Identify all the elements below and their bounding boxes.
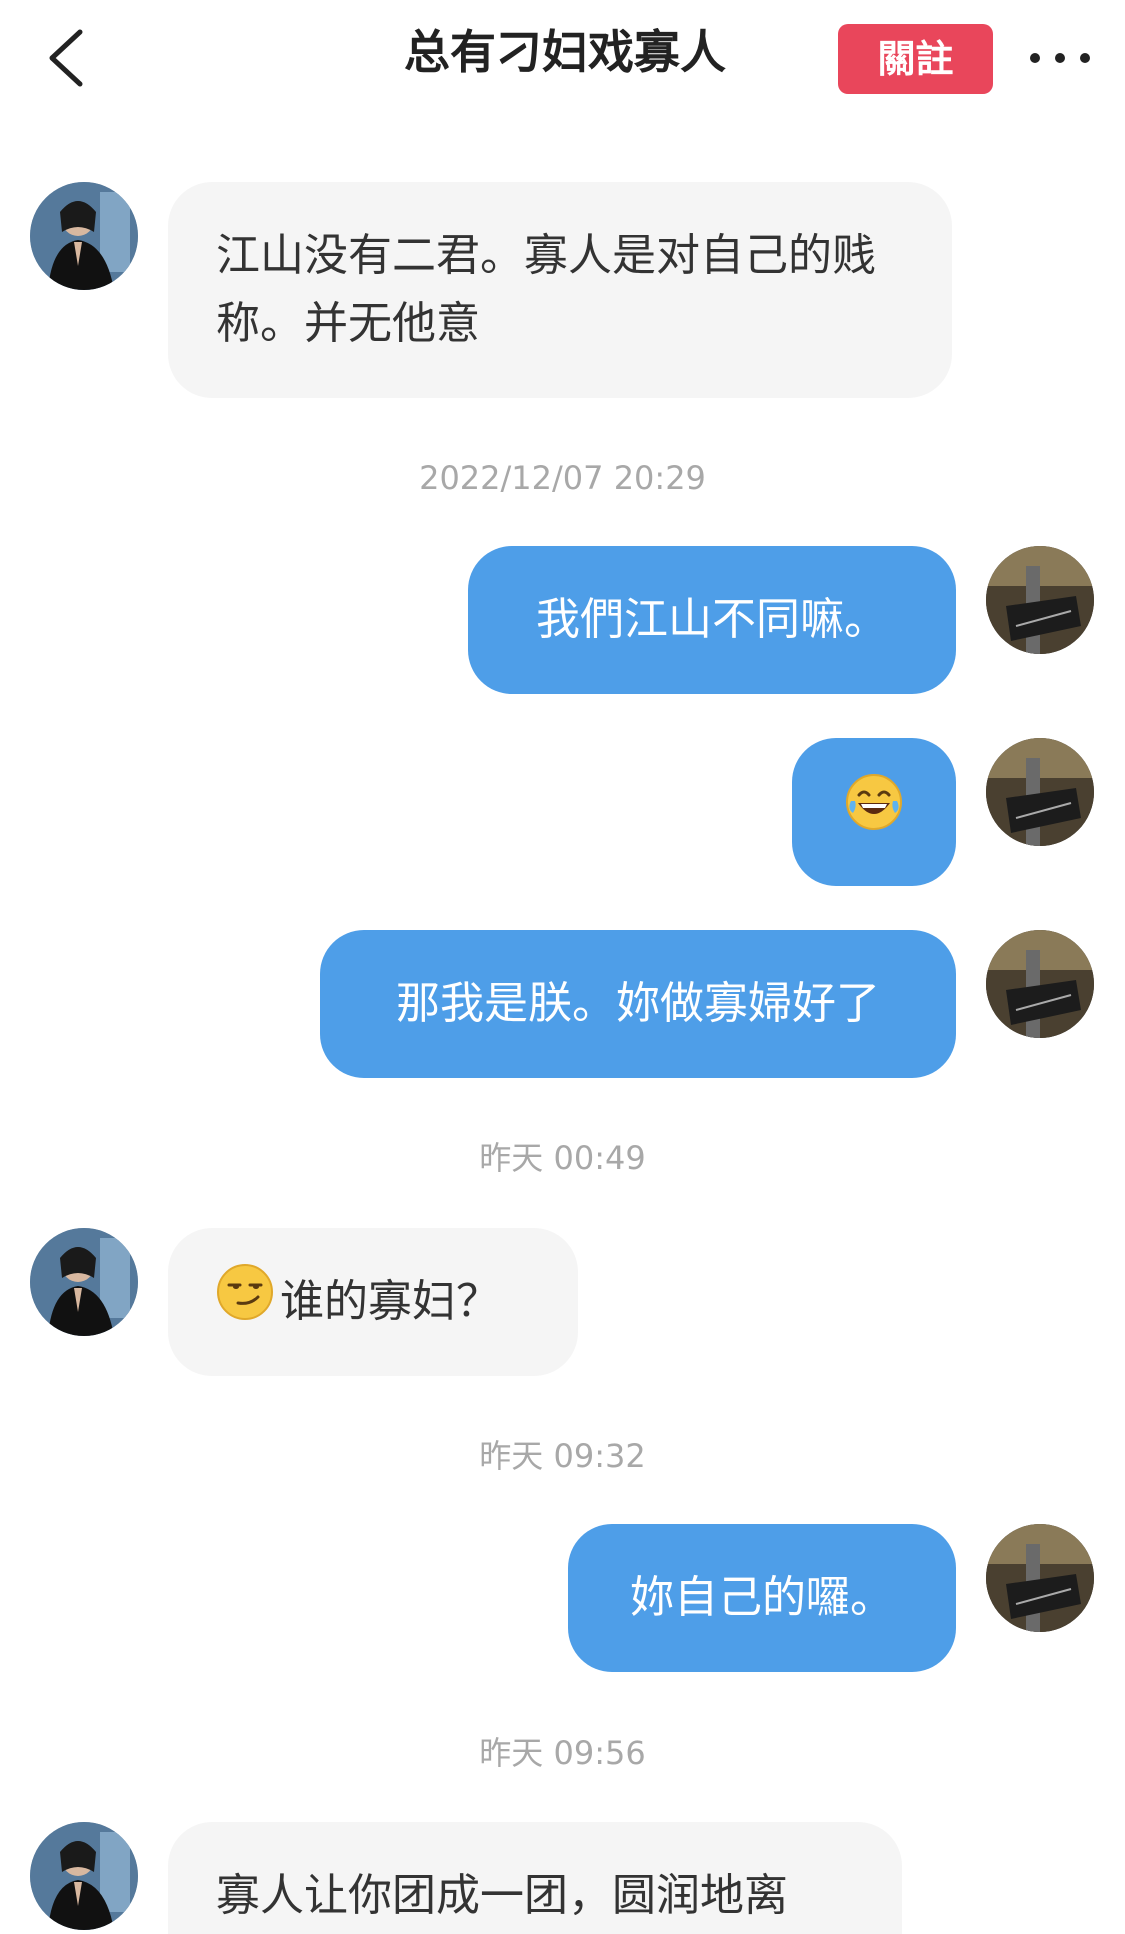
message-text: 寡人让你团成一团，圆润地离: [216, 1870, 788, 1921]
message-bubble-sent: 我們江山不同嘛。: [468, 546, 956, 694]
chat-screen: 总有刁妇戏寡人 關註 江山没有二君。寡人是对自己的贱称。并无他意 2022/12…: [0, 0, 1125, 1934]
message-timestamp: 昨天 09:32: [479, 1437, 646, 1475]
message-text: 谁的寡妇？: [280, 1276, 500, 1327]
message-text: 妳自己的囉。: [630, 1572, 894, 1623]
chat-title: 总有刁妇戏寡人: [404, 25, 726, 79]
message-timestamp: 昨天 00:49: [479, 1139, 646, 1177]
contact-avatar[interactable]: [30, 182, 138, 290]
contact-avatar[interactable]: [30, 1228, 138, 1336]
message-timestamp: 昨天 09:56: [479, 1734, 646, 1772]
follow-button[interactable]: 關註: [838, 24, 993, 94]
back-button[interactable]: [30, 18, 110, 98]
message-bubble-sent: 那我是朕。妳做寡婦好了: [320, 930, 956, 1078]
my-avatar[interactable]: [986, 930, 1094, 1038]
message-bubble-sent: 妳自己的囉。: [568, 1524, 956, 1672]
smirk-emoji: [216, 1263, 274, 1341]
message-bubble-received: 谁的寡妇？: [168, 1228, 578, 1376]
message-timestamp: 2022/12/07 20:29: [419, 459, 706, 497]
my-avatar[interactable]: [986, 546, 1094, 654]
my-avatar[interactable]: [986, 1524, 1094, 1632]
message-text: 江山没有二君。寡人是对自己的贱称。并无他意: [216, 230, 876, 349]
chevron-left-icon: [49, 29, 83, 87]
message-text: 我們江山不同嘛。: [536, 594, 888, 645]
more-dots-icon: [1030, 53, 1090, 63]
more-options-button[interactable]: [1025, 38, 1095, 78]
message-text: 那我是朕。妳做寡婦好了: [396, 978, 880, 1029]
laughing-tears-emoji: [845, 773, 903, 851]
message-bubble-sent: [792, 738, 956, 886]
chat-header: 总有刁妇戏寡人 關註: [0, 0, 1125, 118]
message-bubble-received: 江山没有二君。寡人是对自己的贱称。并无他意: [168, 182, 952, 398]
message-bubble-received: 寡人让你团成一团，圆润地离: [168, 1822, 902, 1934]
my-avatar[interactable]: [986, 738, 1094, 846]
contact-avatar[interactable]: [30, 1822, 138, 1930]
